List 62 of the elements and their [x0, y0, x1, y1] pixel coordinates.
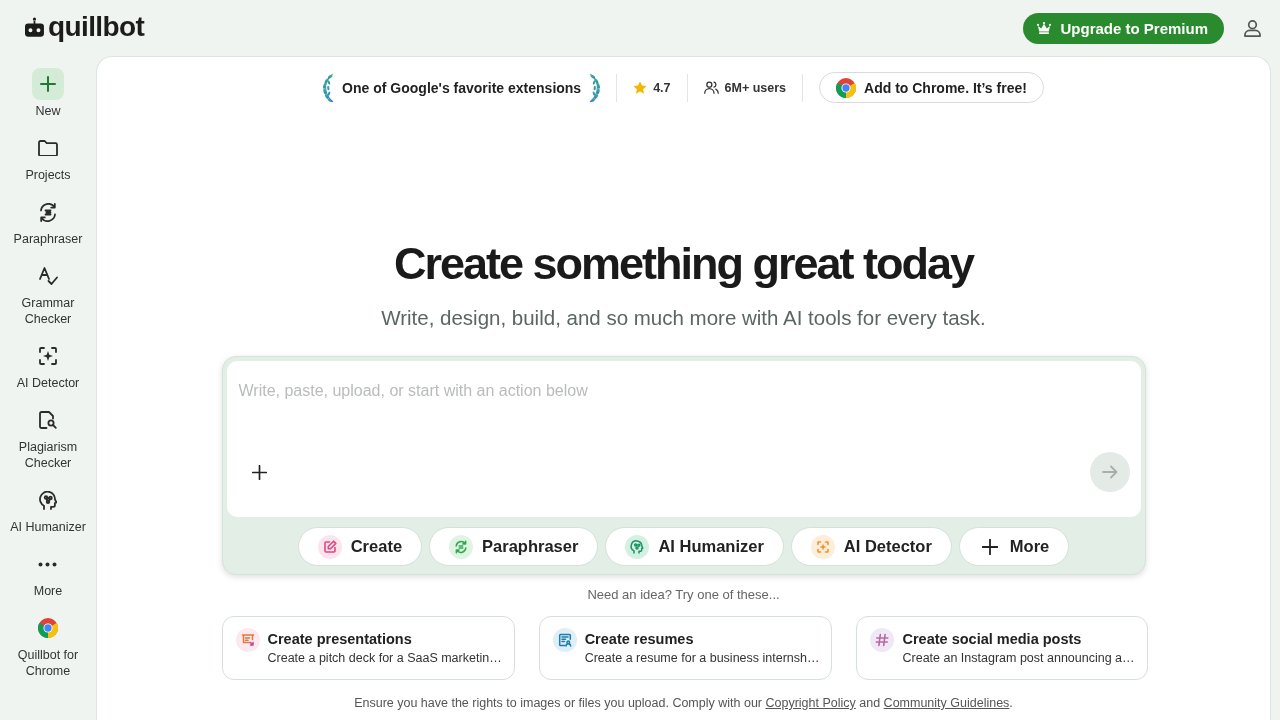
refresh-lines-icon	[449, 534, 474, 559]
sidebar-item[interactable]: AI Detector	[16, 344, 80, 391]
idea-card[interactable]: Create resumes Create a resume for a business internsh…	[538, 616, 833, 680]
presentation-icon	[235, 628, 260, 652]
star-icon	[633, 81, 648, 94]
action-chip[interactable]: AI Detector	[790, 527, 952, 566]
users-icon	[703, 81, 719, 94]
idea-card[interactable]: Create social media posts Create an Instagram post announcing a…	[856, 616, 1148, 680]
plus-icon	[32, 68, 64, 100]
sidebar-item[interactable]: Grammar Checker	[5, 264, 91, 327]
idea-prompt: Need an idea? Try one of these...	[587, 586, 780, 604]
head-nodes-icon	[39, 490, 57, 510]
more-icon	[38, 561, 58, 567]
folder-icon	[38, 139, 58, 157]
chrome-icon	[836, 77, 857, 98]
idea-description: Create a resume for a business internsh…	[584, 649, 820, 667]
prompt-input[interactable]: Write, paste, upload, or start with an action below	[226, 361, 1141, 443]
sidebar-item[interactable]: Plagiarism Checker	[5, 408, 91, 471]
hashtag-icon	[870, 628, 895, 652]
laurel-icon	[323, 72, 335, 103]
spellcheck-icon	[38, 267, 58, 285]
sidebar-item[interactable]: Paraphraser	[13, 200, 83, 247]
idea-title: Create presentations	[267, 629, 413, 649]
robot-logo-icon	[25, 17, 45, 37]
page-subtitle: Write, design, build, and so much more with AI tools for every task.	[381, 305, 986, 331]
sidebar-item[interactable]: More	[33, 552, 63, 599]
rating-text: 4.7	[653, 80, 671, 95]
action-chip[interactable]: AI Humanizer	[605, 527, 784, 566]
laurel-icon	[589, 72, 601, 103]
person-icon[interactable]	[1244, 19, 1261, 37]
action-chip[interactable]: Create	[297, 527, 423, 566]
chrome-icon	[38, 618, 58, 638]
resume-icon	[552, 628, 577, 652]
sidebar-item[interactable]: New	[32, 68, 64, 119]
idea-title: Create social media posts	[902, 629, 1083, 649]
add-to-chrome-button[interactable]: Add to Chrome. It’s free!	[819, 72, 1044, 103]
page-title: Create something great today	[393, 237, 974, 291]
idea-card[interactable]: Create presentations Create a pitch deck for a SaaS marketin…	[221, 616, 515, 680]
sparkle-frame-icon	[810, 534, 835, 559]
action-chip[interactable]: More	[958, 527, 1070, 566]
idea-description: Create an Instagram post announcing a…	[902, 649, 1135, 667]
document-search-icon	[39, 410, 57, 430]
rights-notice: Ensure you have the rights to images or files you upload. Comply with our Copyright Policy and Community Guidelines.	[354, 695, 1013, 712]
plus-icon[interactable]	[251, 464, 267, 480]
upgrade-button[interactable]: Upgrade to Premium	[1023, 12, 1224, 44]
refresh-lines-icon	[38, 202, 58, 222]
idea-title: Create resumes	[584, 629, 695, 649]
crown-icon	[1037, 22, 1052, 34]
award-text: One of Google's favorite extensions	[342, 79, 582, 96]
action-chip[interactable]: Paraphraser	[429, 527, 599, 566]
sidebar-item[interactable]: Quillbot for Chrome	[5, 616, 91, 679]
idea-description: Create a pitch deck for a SaaS marketin…	[267, 649, 502, 667]
users-count: 6M+ users	[724, 80, 787, 95]
sparkle-frame-icon	[39, 347, 57, 365]
prompt-field[interactable]: Write, paste, upload, or start with an action below	[226, 361, 1141, 517]
arrow-right-icon	[1101, 465, 1118, 479]
sidebar-item[interactable]: Projects	[25, 136, 71, 183]
sidebar-item[interactable]: AI Humanizer	[10, 488, 86, 535]
policy-link[interactable]: Copyright Policy	[765, 696, 856, 710]
plus-icon	[981, 538, 998, 555]
head-nodes-icon	[625, 534, 650, 559]
logo-wordmark: quillbot	[48, 12, 145, 41]
